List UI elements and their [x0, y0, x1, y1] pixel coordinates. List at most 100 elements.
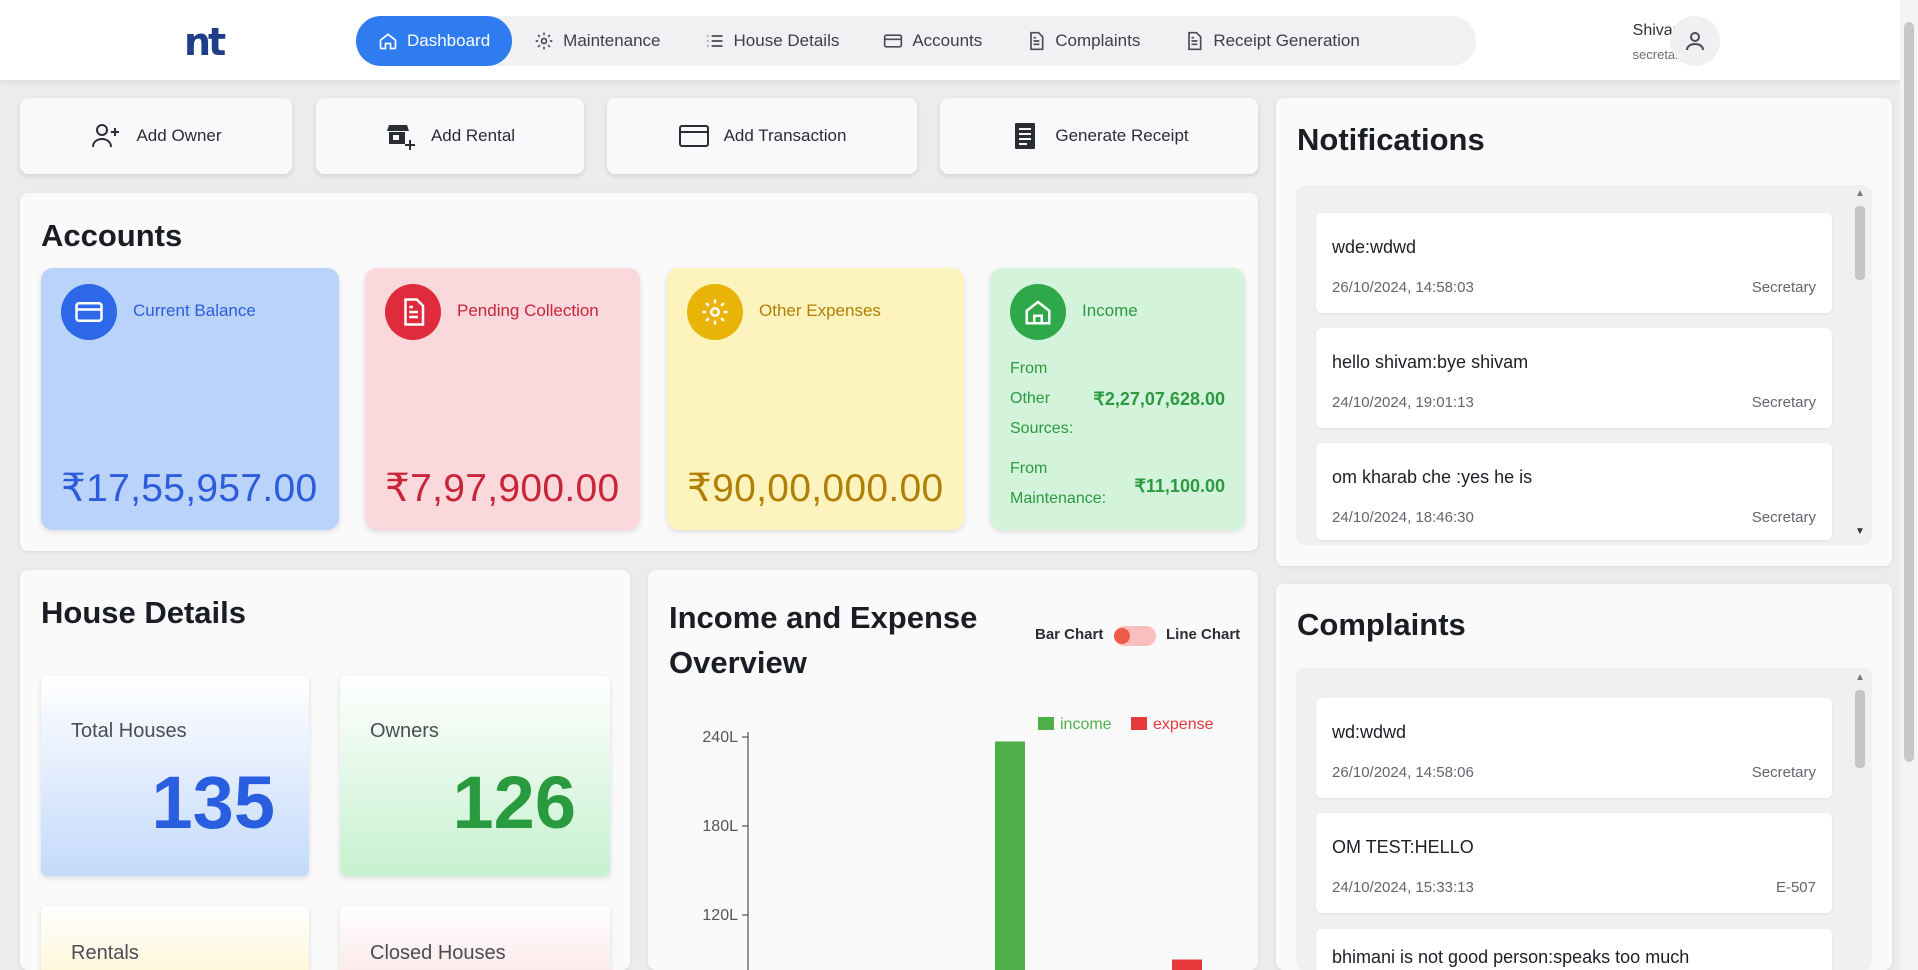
gear-icon [535, 32, 553, 50]
legend-label-income[interactable]: income [1060, 716, 1112, 733]
complaints-scrollbar[interactable]: ▲ [1852, 672, 1868, 970]
notification-date: 26/10/2024, 14:58:03 [1332, 279, 1474, 296]
notification-date: 24/10/2024, 18:46:30 [1332, 509, 1474, 526]
pending-collection-card[interactable]: Pending Collection ₹7,97,900.00 [365, 268, 640, 530]
complaint-item[interactable]: OM TEST:HELLO 24/10/2024, 15:33:13 E-507 [1316, 813, 1832, 913]
complaint-text: wd:wdwd [1332, 722, 1407, 742]
card-icon [61, 284, 117, 340]
chart-type-toggle[interactable] [1114, 626, 1156, 646]
income-other-label-1: From [1010, 360, 1048, 377]
owners-value: 126 [452, 761, 576, 844]
income-label: Income [1082, 301, 1138, 320]
overview-title: Income and Expense Overview [669, 595, 977, 685]
main-nav: Dashboard Maintenance House Details Acco… [356, 16, 1476, 66]
nav-receipt-generation[interactable]: Receipt Generation [1162, 16, 1381, 66]
notification-item[interactable]: hello shivam:bye shivam 24/10/2024, 19:0… [1316, 328, 1832, 428]
notifications-scroll-thumb[interactable] [1855, 206, 1865, 280]
notification-from: Secretary [1751, 509, 1816, 526]
document-icon [385, 284, 441, 340]
complaints-title: Complaints [1297, 607, 1466, 642]
notification-from: Secretary [1751, 279, 1816, 296]
complaint-text: OM TEST:HELLO [1332, 837, 1474, 857]
add-rental-label: Add Rental [430, 126, 516, 145]
notification-text: hello shivam:bye shivam [1332, 352, 1529, 372]
nav-label: Dashboard [407, 31, 491, 50]
expense-bar[interactable] [1172, 959, 1202, 970]
current-balance-label: Current Balance [133, 301, 256, 320]
rentals-label: Rentals [71, 942, 139, 964]
notification-text: om kharab che :yes he is [1332, 467, 1533, 487]
y-tick-label: 180L [702, 818, 738, 835]
nav-complaints[interactable]: Complaints [1004, 16, 1162, 66]
owners-label: Owners [370, 720, 439, 742]
add-owner-button[interactable]: Add Owner [20, 98, 292, 174]
income-expense-chart: 240L 180L 120L income expense [702, 716, 1214, 970]
total-houses-card[interactable]: Total Houses 135 [41, 676, 309, 876]
owners-card[interactable]: Owners 126 [340, 676, 610, 876]
closed-houses-card[interactable]: Closed Houses [340, 906, 610, 970]
income-bar[interactable] [995, 741, 1025, 970]
pending-collection-amount: ₹7,97,900.00 [385, 467, 620, 510]
rentals-card[interactable]: Rentals [41, 906, 309, 970]
nav-label: Receipt Generation [1213, 31, 1360, 50]
add-store-icon [386, 125, 415, 150]
add-rental-button[interactable]: Add Rental [316, 98, 584, 174]
document-icon [1188, 31, 1202, 51]
other-expenses-card[interactable]: Other Expenses ₹90,00,000.00 [667, 268, 964, 530]
user-icon [1686, 32, 1704, 51]
scroll-up-icon[interactable]: ▲ [1855, 672, 1865, 683]
total-houses-value: 135 [151, 761, 275, 844]
legend-label-expense[interactable]: expense [1153, 716, 1214, 733]
other-expenses-label: Other Expenses [759, 301, 881, 320]
complaints-scroll-thumb[interactable] [1855, 690, 1865, 768]
notification-from: Secretary [1751, 394, 1816, 411]
nav-dashboard[interactable]: Dashboard [356, 16, 513, 66]
card-icon [884, 34, 903, 48]
complaint-date: 24/10/2024, 15:33:13 [1332, 879, 1474, 896]
nav-label: Complaints [1055, 31, 1141, 50]
overview-title-line2: Overview [669, 645, 807, 680]
generate-receipt-button[interactable]: Generate Receipt [940, 98, 1258, 174]
home-icon [1010, 284, 1066, 340]
notification-item[interactable]: wde:wdwd 26/10/2024, 14:58:03 Secretary [1316, 213, 1832, 313]
notification-item[interactable]: om kharab che :yes he is 24/10/2024, 18:… [1316, 443, 1832, 540]
page-scrollbar[interactable] [1900, 0, 1918, 970]
toggle-line-chart-label: Line Chart [1166, 626, 1241, 643]
avatar[interactable] [1670, 16, 1720, 66]
income-card[interactable]: Income From Other Sources: ₹2,27,07,628.… [990, 268, 1245, 530]
notifications-scrollbar[interactable]: ▲ ▼ [1852, 188, 1868, 538]
current-balance-amount: ₹17,55,957.00 [61, 467, 318, 510]
add-transaction-label: Add Transaction [723, 126, 847, 145]
income-other-amount: ₹2,27,07,628.00 [1093, 389, 1225, 409]
add-user-icon [92, 124, 120, 148]
nav-house-details[interactable]: House Details [683, 16, 862, 66]
add-transaction-button[interactable]: Add Transaction [607, 98, 917, 174]
nav-label: Maintenance [563, 31, 661, 50]
app-logo[interactable]: nt [184, 20, 226, 64]
pending-collection-label: Pending Collection [457, 301, 599, 320]
nav-accounts[interactable]: Accounts [861, 16, 1004, 66]
y-tick-label: 120L [702, 907, 738, 924]
complaint-from: Secretary [1751, 764, 1816, 781]
income-other-label-2: Other [1010, 390, 1051, 407]
complaint-item[interactable]: wd:wdwd 26/10/2024, 14:58:06 Secretary [1316, 698, 1832, 798]
page-scrollbar-thumb[interactable] [1904, 22, 1914, 762]
accounts-title: Accounts [41, 218, 183, 253]
complaint-text: bhimani is not good person:speaks too mu… [1332, 947, 1690, 967]
legend-swatch-income [1038, 717, 1054, 730]
total-houses-label: Total Houses [71, 720, 187, 742]
top-navbar: nt Dashboard Maintenance House Details A… [0, 0, 1900, 80]
income-maintenance-label-2: Maintenance: [1010, 490, 1107, 507]
current-balance-card[interactable]: Current Balance ₹17,55,957.00 [41, 268, 339, 530]
closed-houses-label: Closed Houses [370, 942, 506, 964]
notification-date: 24/10/2024, 19:01:13 [1332, 394, 1474, 411]
home-icon [379, 33, 397, 50]
toggle-knob[interactable] [1114, 628, 1130, 644]
nav-maintenance[interactable]: Maintenance [512, 16, 682, 66]
complaint-item[interactable]: bhimani is not good person:speaks too mu… [1316, 929, 1832, 970]
y-tick-label: 240L [702, 729, 738, 746]
scroll-down-icon[interactable]: ▼ [1855, 526, 1865, 537]
scroll-up-icon[interactable]: ▲ [1855, 188, 1865, 199]
receipt-icon [1015, 123, 1036, 149]
toggle-bar-chart-label: Bar Chart [1035, 626, 1104, 643]
